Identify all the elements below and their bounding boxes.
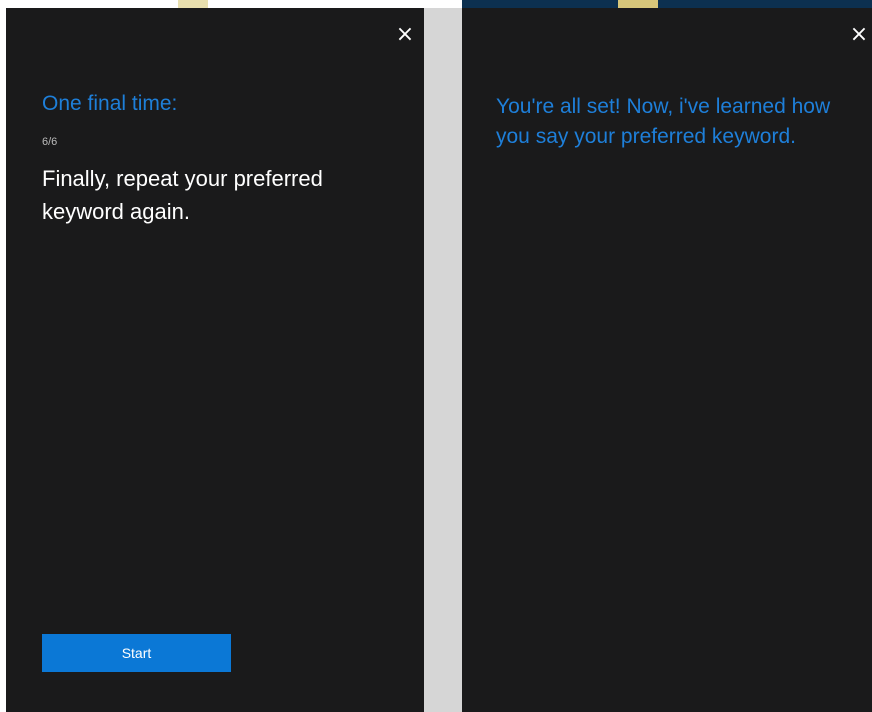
- right-window-top-edge: [462, 0, 872, 8]
- panel-divider: [424, 8, 462, 712]
- left-window-top-accent: [178, 0, 208, 8]
- completion-message: You're all set! Now, i've learned how yo…: [496, 95, 831, 148]
- voice-training-panel-step: × One final time: 6/6 Finally, repeat yo…: [6, 8, 424, 712]
- left-window-top-edge: [6, 0, 424, 8]
- step-counter: 6/6: [42, 136, 58, 148]
- start-button[interactable]: Start: [42, 634, 231, 672]
- instruction-text: Finally, repeat your preferred keyword a…: [42, 166, 323, 224]
- voice-training-panel-complete: × You're all set! Now, i've learned how …: [462, 8, 872, 712]
- close-icon[interactable]: ×: [392, 22, 418, 48]
- right-window-top-accent: [618, 0, 658, 8]
- panel-title: One final time:: [42, 92, 178, 115]
- close-icon[interactable]: ×: [846, 22, 872, 48]
